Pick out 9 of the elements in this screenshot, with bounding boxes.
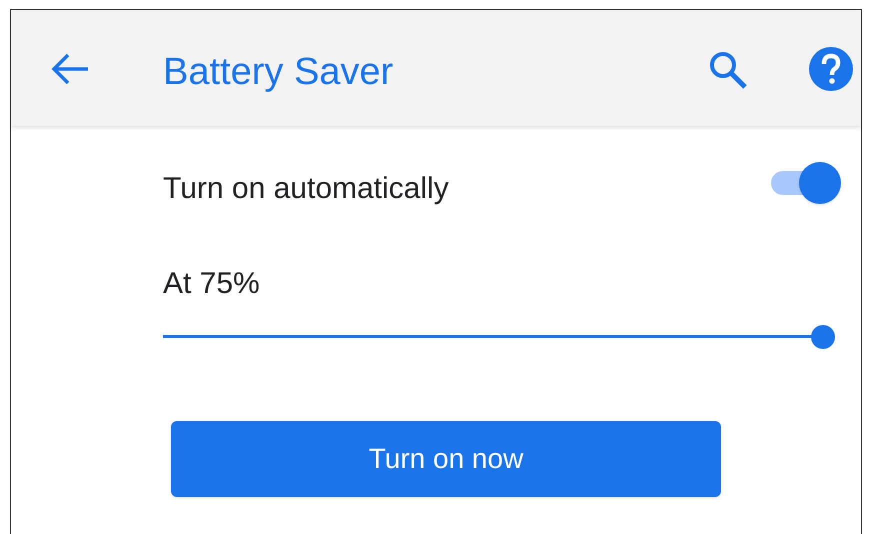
screen-title: Battery Saver — [163, 50, 394, 95]
toggle-switch[interactable] — [769, 162, 841, 204]
help-icon[interactable] — [809, 47, 853, 91]
slider-thumb[interactable] — [811, 325, 835, 349]
back-arrow-icon[interactable] — [51, 53, 89, 85]
threshold-label: At 75% — [163, 266, 260, 302]
setting-label: Turn on automatically — [163, 171, 449, 207]
search-icon[interactable] — [708, 50, 748, 90]
turn-on-button[interactable]: Turn on now — [171, 421, 721, 497]
